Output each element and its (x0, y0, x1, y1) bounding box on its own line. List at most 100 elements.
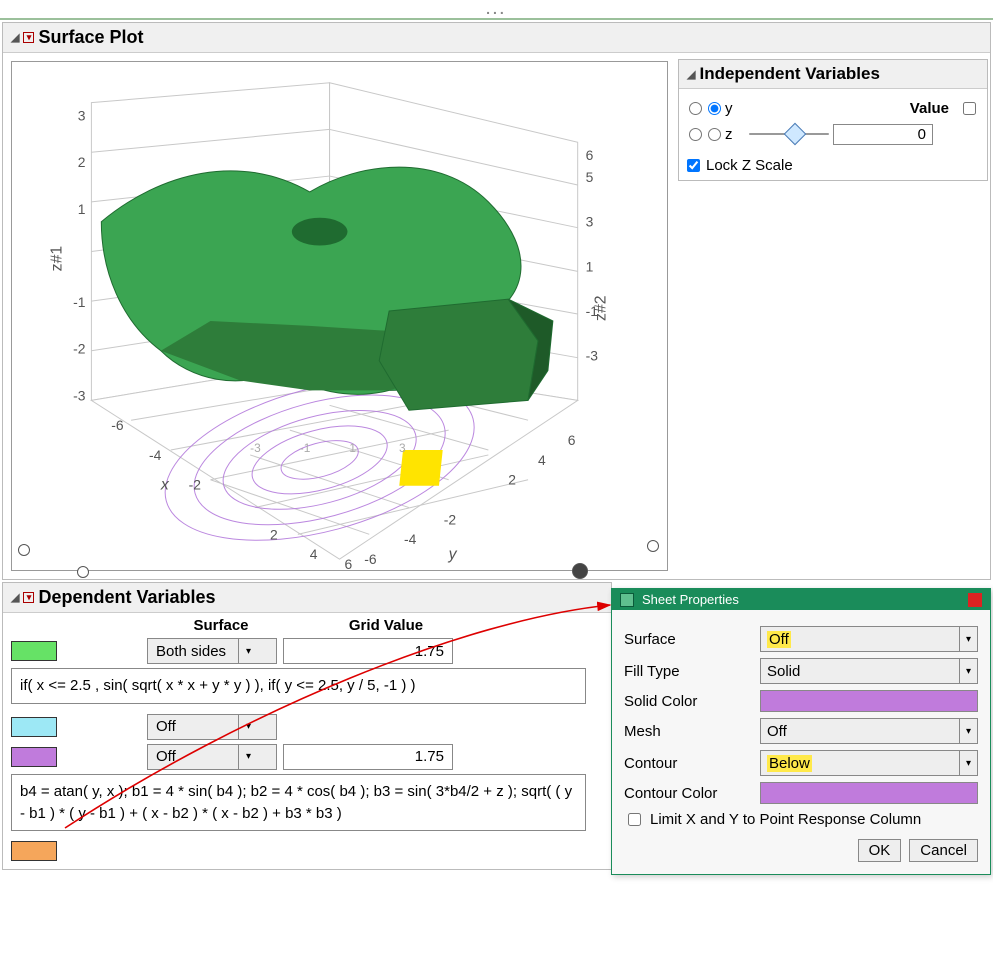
surface-plot-title: Surface Plot (38, 27, 143, 48)
prop-label-filltype: Fill Type (624, 663, 754, 680)
svg-text:5: 5 (586, 169, 594, 185)
var2-value[interactable]: 0 (833, 124, 933, 145)
prop-contour-dropdown[interactable]: Below ▾ (760, 750, 978, 776)
svg-text:-4: -4 (149, 447, 162, 463)
value-column-header: Value (855, 100, 955, 117)
independent-variables-header[interactable]: ◢ Independent Variables (679, 60, 987, 89)
prop-surface-dropdown[interactable]: Off ▾ (760, 626, 978, 652)
surface-plot-viewport[interactable]: 3 2 1 -1 -2 -3 6 5 3 1 -1 -3 (11, 61, 668, 571)
svg-text:1: 1 (586, 258, 594, 274)
dialog-titlebar[interactable]: Sheet Properties (612, 589, 990, 610)
svg-text:-6: -6 (364, 551, 377, 567)
color-swatch-violet[interactable] (11, 747, 57, 767)
limit-xy-checkbox[interactable] (628, 813, 641, 826)
svg-text:6: 6 (568, 432, 576, 448)
prop-contourcolor-swatch[interactable] (760, 782, 978, 804)
svg-text:4: 4 (310, 546, 318, 562)
color-swatch-orange[interactable] (11, 841, 57, 861)
lock-z-scale-checkbox[interactable] (687, 159, 700, 172)
column-surface-header: Surface (141, 617, 301, 634)
ok-button[interactable]: OK (858, 839, 902, 862)
checkbox-var1-show[interactable] (963, 102, 976, 115)
svg-text:4: 4 (538, 452, 546, 468)
dependent-row (11, 841, 603, 861)
svg-text:z#2: z#2 (592, 295, 609, 321)
cancel-button[interactable]: Cancel (909, 839, 978, 862)
limit-xy-label: Limit X and Y to Point Response Column (650, 811, 921, 828)
svg-text:-2: -2 (73, 341, 86, 357)
color-swatch-cyan[interactable] (11, 717, 57, 737)
dependent-row: Both sides ▾ (11, 638, 603, 664)
independent-variables-panel: ◢ Independent Variables y Value (678, 59, 988, 181)
prop-label-mesh: Mesh (624, 723, 754, 740)
dependent-variables-title: Dependent Variables (38, 587, 215, 608)
close-icon[interactable] (968, 593, 982, 607)
chevron-down-icon: ▾ (238, 715, 258, 739)
surface-dropdown[interactable]: Both sides ▾ (147, 638, 277, 664)
svg-text:2: 2 (78, 154, 86, 170)
svg-text:-2: -2 (444, 511, 457, 527)
svg-text:1: 1 (349, 441, 356, 455)
menu-toggle-icon[interactable]: ▾ (23, 592, 34, 603)
radio-var2-b[interactable] (708, 128, 721, 141)
chevron-down-icon: ▾ (959, 659, 977, 683)
svg-text:6: 6 (344, 556, 352, 570)
rotate-handle-left-icon[interactable] (18, 544, 30, 556)
dependent-variables-header[interactable]: ◢ ▾ Dependent Variables (3, 583, 611, 613)
rotate-handle-bottom2-icon[interactable] (572, 563, 588, 579)
rotate-handle-right-icon[interactable] (647, 540, 659, 552)
svg-text:1: 1 (78, 201, 86, 217)
prop-filltype-dropdown[interactable]: Solid ▾ (760, 658, 978, 684)
svg-text:-3: -3 (73, 387, 86, 403)
surface-dropdown[interactable]: Off ▾ (147, 744, 277, 770)
prop-label-surface: Surface (624, 631, 754, 648)
sheet-properties-dialog: Sheet Properties Surface Off ▾ Fill Type… (611, 588, 991, 875)
svg-text:z#1: z#1 (49, 246, 66, 272)
svg-text:2: 2 (508, 472, 516, 488)
radio-var1-a[interactable] (689, 102, 702, 115)
dependent-row: Off ▾ (11, 744, 603, 770)
rotate-handle-bottom1-icon[interactable] (77, 566, 89, 578)
dialog-title: Sheet Properties (642, 592, 739, 607)
surface-plot-header[interactable]: ◢ ▾ Surface Plot (3, 23, 990, 53)
prop-mesh-dropdown[interactable]: Off ▾ (760, 718, 978, 744)
svg-text:y: y (448, 546, 458, 563)
svg-text:3: 3 (399, 441, 406, 455)
var1-label: y (725, 100, 745, 117)
formula-box-1[interactable]: if( x <= 2.5 , sin( sqrt( x * x + y * y … (11, 668, 586, 704)
radio-var2-a[interactable] (689, 128, 702, 141)
svg-text:-1: -1 (300, 441, 311, 455)
svg-text:-1: -1 (73, 294, 86, 310)
svg-text:3: 3 (78, 107, 86, 123)
column-grid-header: Grid Value (301, 617, 471, 634)
dependent-variables-panel: ◢ ▾ Dependent Variables Surface Grid Val… (2, 582, 612, 870)
disclosure-icon[interactable]: ◢ (687, 68, 695, 81)
prop-solidcolor-swatch[interactable] (760, 690, 978, 712)
menu-toggle-icon[interactable]: ▾ (23, 32, 34, 43)
independent-variables-title: Independent Variables (699, 64, 879, 84)
disclosure-icon[interactable]: ◢ (11, 31, 19, 44)
formula-box-2[interactable]: b4 = atan( y, x ); b1 = 4 * sin( b4 ); b… (11, 774, 586, 832)
grid-value-input[interactable] (283, 638, 453, 664)
independent-variables-column: ◢ Independent Variables y Value (676, 53, 990, 183)
chevron-down-icon: ▾ (959, 719, 977, 743)
lock-z-scale-label: Lock Z Scale (706, 157, 793, 174)
chevron-down-icon: ▾ (238, 745, 258, 769)
grid-value-input[interactable] (283, 744, 453, 770)
svg-text:-3: -3 (250, 441, 261, 455)
var2-slider[interactable] (749, 128, 829, 140)
svg-text:3: 3 (586, 214, 594, 230)
surface-plot-panel: ◢ ▾ Surface Plot (2, 22, 991, 580)
svg-text:-6: -6 (111, 417, 124, 433)
var2-label: z (725, 126, 745, 143)
color-swatch-green[interactable] (11, 641, 57, 661)
prop-label-contourcolor: Contour Color (624, 785, 754, 802)
prop-label-solidcolor: Solid Color (624, 693, 754, 710)
title-bar-dots: ... (0, 0, 993, 20)
surface-dropdown[interactable]: Off ▾ (147, 714, 277, 740)
svg-text:2: 2 (270, 526, 278, 542)
disclosure-icon[interactable]: ◢ (11, 591, 19, 604)
radio-var1-b[interactable] (708, 102, 721, 115)
chevron-down-icon: ▾ (238, 639, 258, 663)
dialog-icon (620, 593, 634, 607)
